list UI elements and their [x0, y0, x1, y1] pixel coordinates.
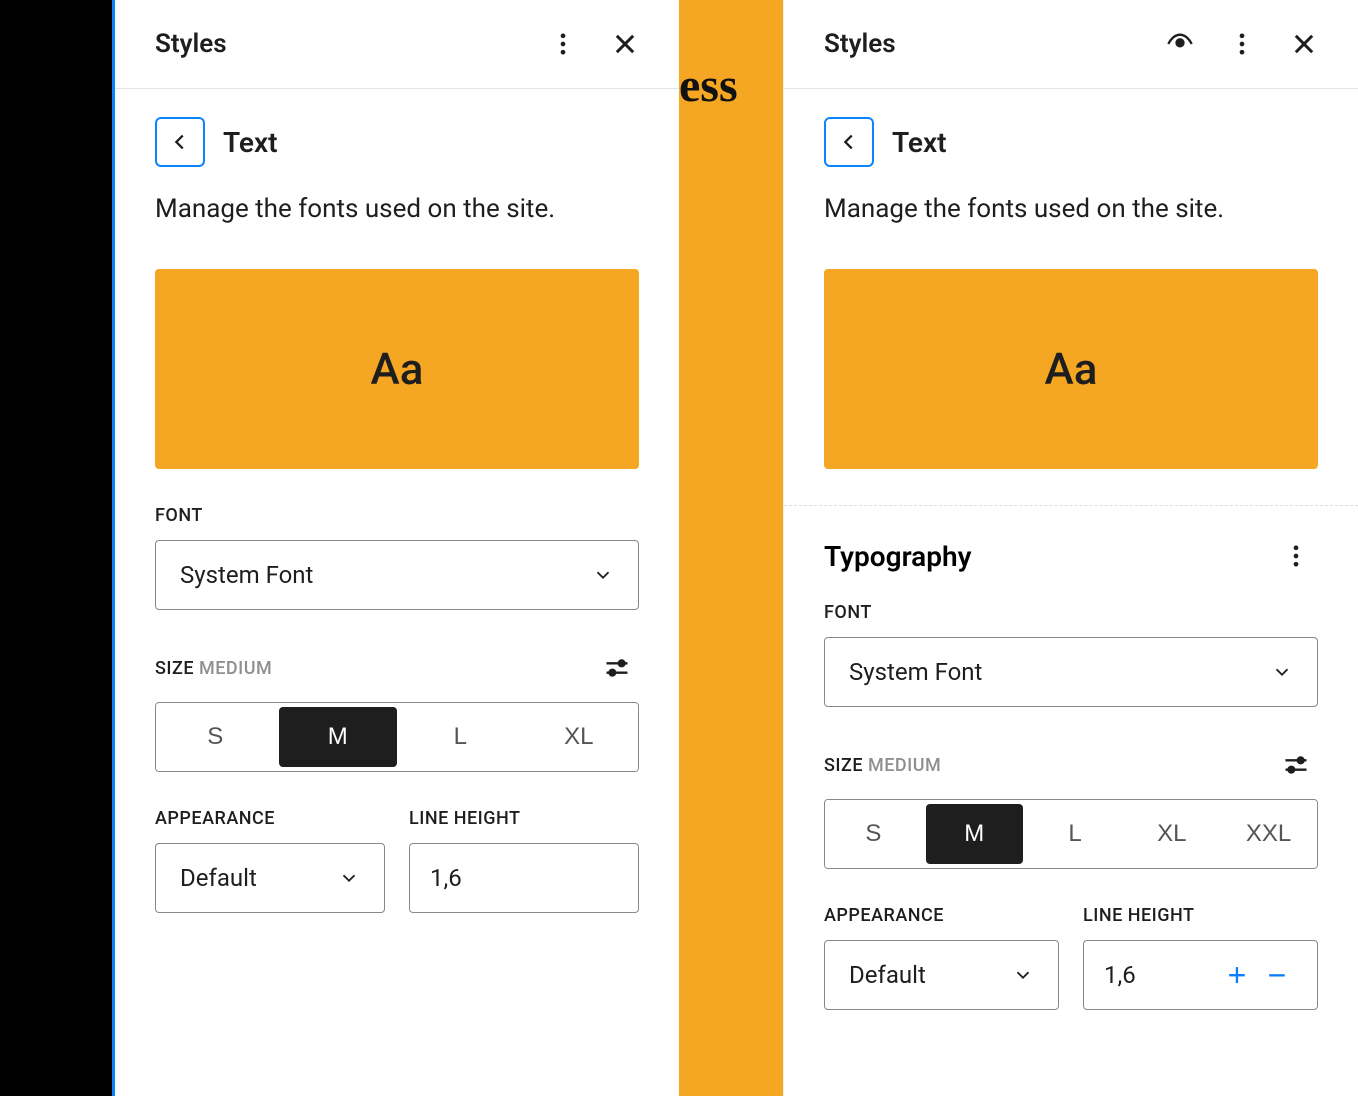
more-menu-button[interactable]: [541, 22, 585, 66]
size-option-s[interactable]: S: [156, 703, 275, 771]
preview-glyph: Aa: [1045, 343, 1098, 395]
appearance-value: Default: [180, 864, 257, 892]
size-option-l[interactable]: L: [401, 703, 520, 771]
stylebook-toggle[interactable]: [1158, 22, 1202, 66]
custom-size-toggle[interactable]: [1274, 743, 1318, 787]
font-select-value: System Font: [180, 561, 313, 589]
lineheight-value: 1,6: [1104, 961, 1136, 989]
size-option-xl[interactable]: XL: [520, 703, 639, 771]
size-button-group: SMLXLXXL: [824, 799, 1318, 869]
close-button[interactable]: [603, 22, 647, 66]
panel-title: Styles: [155, 29, 227, 59]
font-select[interactable]: System Font: [824, 637, 1318, 707]
font-label: FONT: [824, 602, 1318, 623]
lineheight-label: LINE HEIGHT: [1083, 905, 1318, 926]
chevron-down-icon: [1271, 661, 1293, 683]
size-option-l[interactable]: L: [1027, 800, 1124, 868]
size-option-m[interactable]: M: [279, 707, 398, 767]
lineheight-increment[interactable]: +: [1217, 955, 1257, 995]
font-label: FONT: [155, 505, 639, 526]
size-button-group: SMLXL: [155, 702, 639, 772]
lineheight-label: LINE HEIGHT: [409, 808, 639, 829]
preview-glyph: Aa: [371, 343, 424, 395]
font-select[interactable]: System Font: [155, 540, 639, 610]
appearance-label: APPEARANCE: [824, 905, 1059, 926]
font-select-value: System Font: [849, 658, 982, 686]
lineheight-value: 1,6: [430, 864, 462, 892]
close-button[interactable]: [1282, 22, 1326, 66]
styles-panel-left: Styles Text Manage the fonts used on the…: [115, 0, 679, 1096]
size-option-xxl[interactable]: XXL: [1220, 800, 1317, 868]
typography-preview: Aa: [155, 269, 639, 469]
back-button[interactable]: [824, 117, 874, 167]
size-option-s[interactable]: S: [825, 800, 922, 868]
size-option-m[interactable]: M: [926, 804, 1023, 864]
panel-title: Styles: [824, 29, 896, 59]
typography-heading: Typography: [824, 540, 972, 573]
size-label: SIZE MEDIUM: [155, 658, 272, 679]
size-label: SIZE MEDIUM: [824, 755, 941, 776]
back-button[interactable]: [155, 117, 205, 167]
chevron-down-icon: [1012, 964, 1034, 986]
lineheight-input[interactable]: 1,6: [409, 843, 639, 913]
lineheight-input[interactable]: 1,6 + −: [1083, 940, 1318, 1010]
typography-options-button[interactable]: [1274, 534, 1318, 578]
panel-header: Styles: [115, 0, 679, 89]
canvas-peek-text: ess: [679, 58, 738, 113]
crumb-title: Text: [892, 126, 947, 159]
styles-panel-right: Styles Text Manage the fonts us: [783, 0, 1358, 1096]
panel-subtitle: Manage the fonts used on the site.: [824, 191, 1318, 227]
appearance-select[interactable]: Default: [155, 843, 385, 913]
editor-canvas-dark: [0, 0, 112, 1096]
chevron-down-icon: [592, 564, 614, 586]
appearance-value: Default: [849, 961, 926, 989]
crumb-title: Text: [223, 126, 278, 159]
canvas-peek-strip: [679, 0, 783, 1096]
appearance-label: APPEARANCE: [155, 808, 385, 829]
lineheight-decrement[interactable]: −: [1257, 955, 1297, 995]
chevron-down-icon: [338, 867, 360, 889]
panel-subtitle: Manage the fonts used on the site.: [155, 191, 639, 227]
appearance-select[interactable]: Default: [824, 940, 1059, 1010]
custom-size-toggle[interactable]: [595, 646, 639, 690]
size-option-xl[interactable]: XL: [1123, 800, 1220, 868]
panel-header: Styles: [784, 0, 1358, 89]
more-menu-button[interactable]: [1220, 22, 1264, 66]
typography-preview: Aa: [824, 269, 1318, 469]
